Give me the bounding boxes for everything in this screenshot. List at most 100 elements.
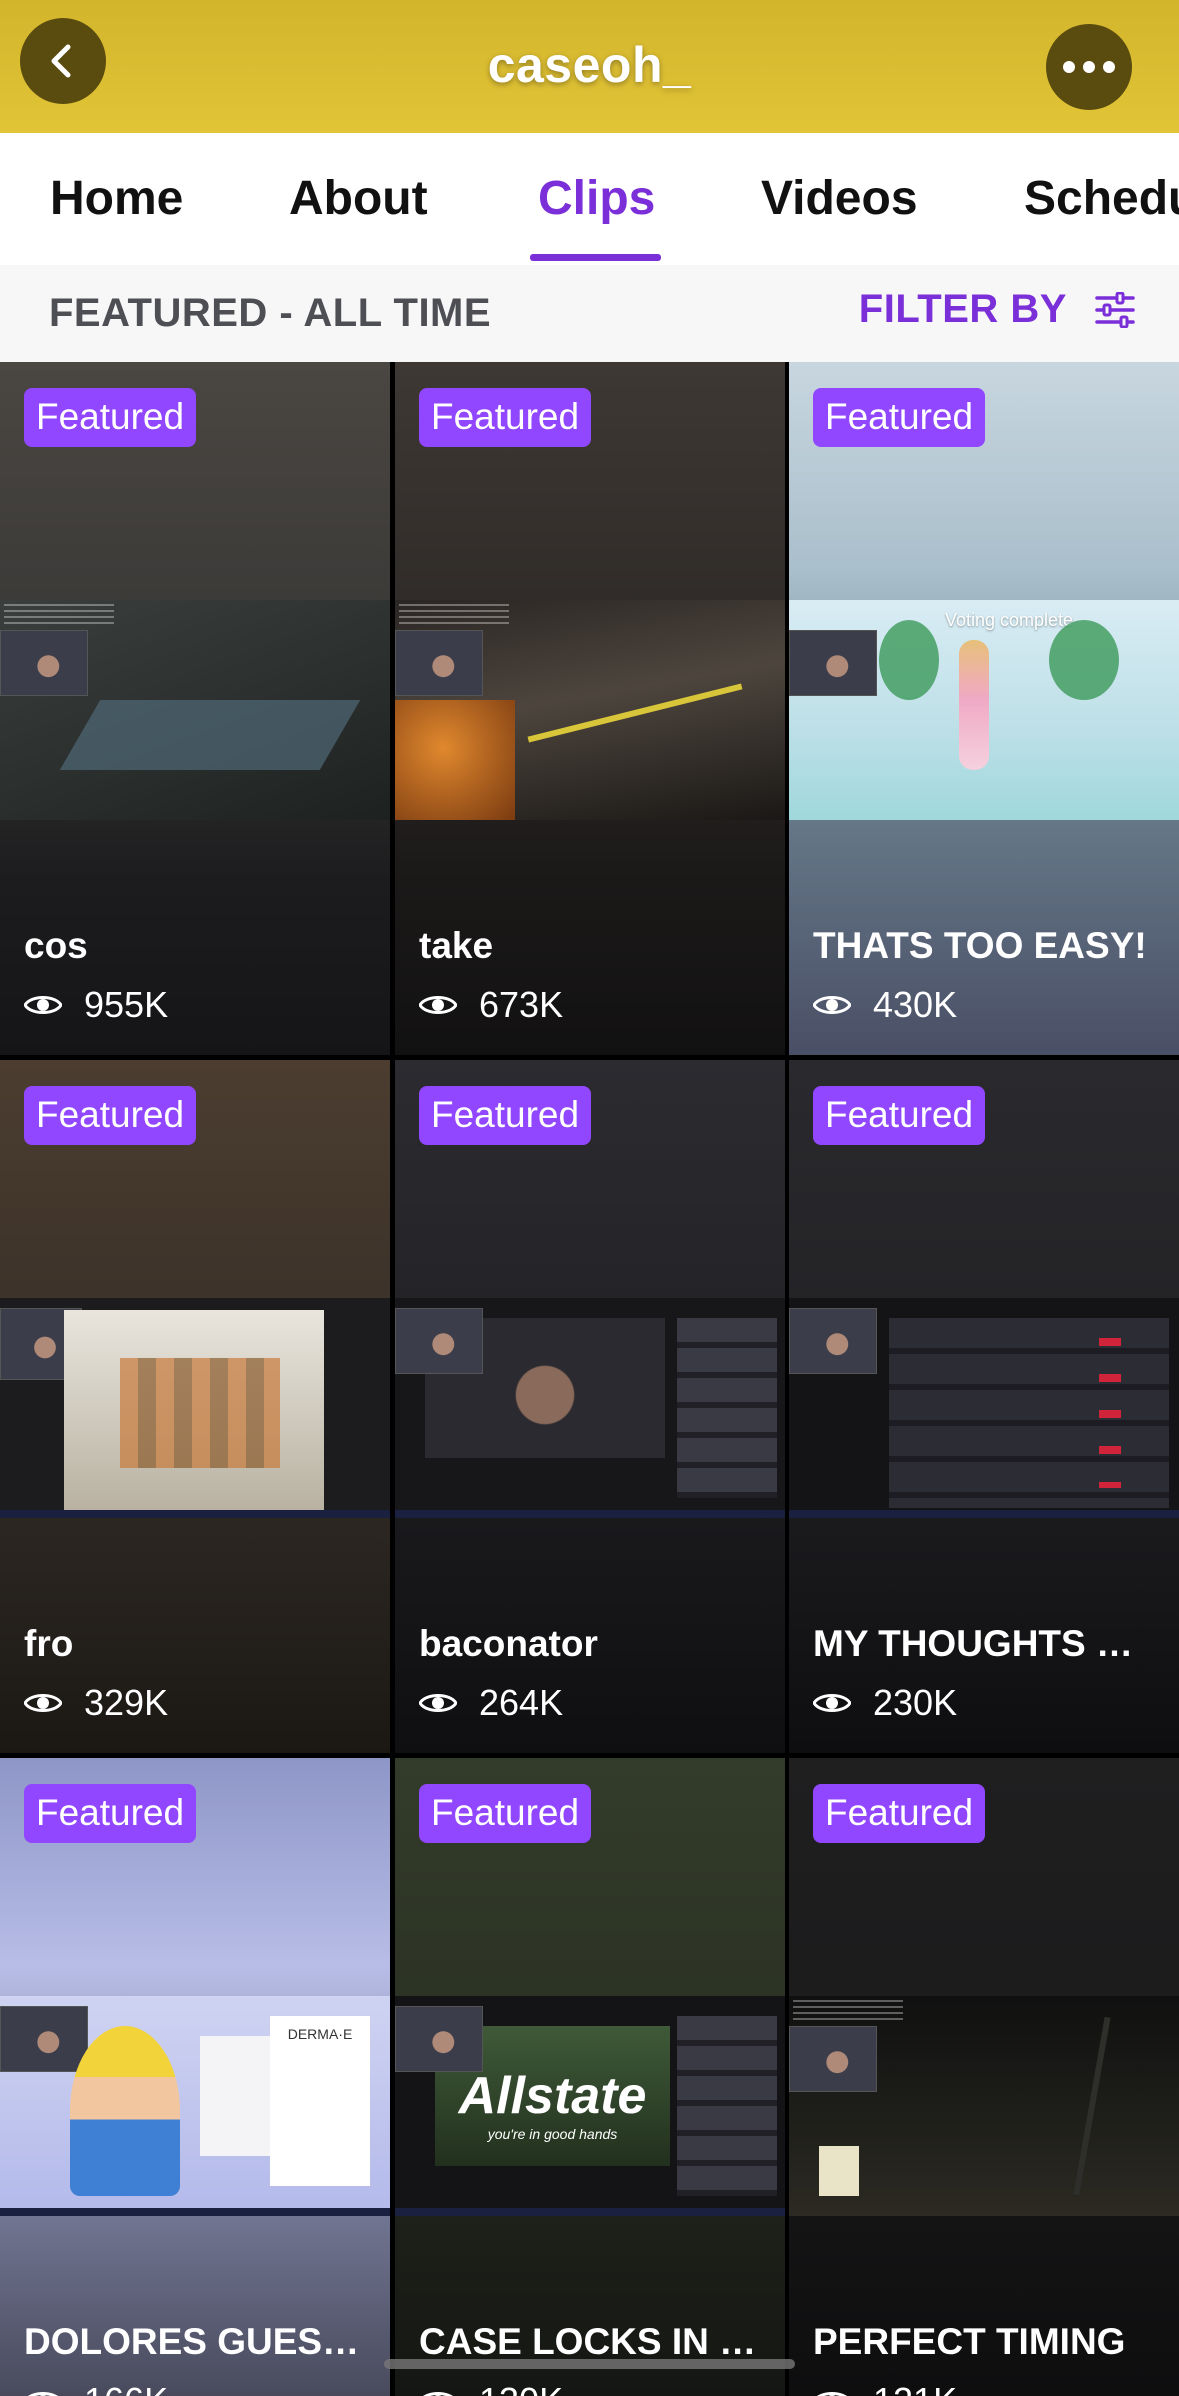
clip-card[interactable]: Featured MY THOUGHTS O... 230K bbox=[789, 1060, 1179, 1753]
featured-badge: Featured bbox=[24, 388, 197, 447]
eye-icon bbox=[419, 2388, 457, 2396]
clip-card[interactable]: DERMA·E Featured DOLORES GUESS... 166K bbox=[0, 1758, 390, 2396]
webcam-overlay bbox=[395, 2006, 483, 2072]
view-count: 166K bbox=[84, 2380, 168, 2396]
view-count: 130K bbox=[479, 2380, 563, 2396]
featured-badge: Featured bbox=[813, 1784, 986, 1843]
tab-clips[interactable]: Clips bbox=[538, 171, 655, 226]
view-count: 230K bbox=[873, 1682, 958, 1723]
taskbar bbox=[0, 1510, 390, 1518]
scene-genie bbox=[70, 2026, 180, 2196]
eye-icon bbox=[24, 2388, 62, 2396]
clip-thumbnail bbox=[395, 600, 785, 820]
webcam-overlay bbox=[395, 630, 483, 696]
overlay-chat bbox=[793, 2000, 903, 2024]
channel-tabs: Home About Clips Videos Schedule bbox=[0, 133, 1179, 265]
featured-badge: Featured bbox=[24, 1086, 197, 1145]
clip-title: PERFECT TIMING bbox=[813, 2321, 1126, 2362]
scene-palm bbox=[879, 620, 939, 700]
channel-clips-screen: caseoh_ Home About Clips Videos Schedule… bbox=[0, 0, 1179, 2396]
clip-title: CASE LOCKS IN O... bbox=[419, 2321, 761, 2362]
taskbar bbox=[395, 1510, 785, 1518]
eye-icon bbox=[419, 992, 457, 1018]
filter-by-button[interactable]: FILTER BY bbox=[859, 287, 1135, 332]
webcam-overlay bbox=[395, 1308, 483, 1374]
clip-title: take bbox=[419, 925, 494, 966]
scene-food bbox=[120, 1358, 280, 1468]
featured-badge: Featured bbox=[24, 1784, 197, 1843]
view-count: 673K bbox=[479, 984, 564, 1025]
ellipsis-icon bbox=[1063, 61, 1115, 73]
view-count: 329K bbox=[84, 1682, 169, 1723]
tab-about[interactable]: About bbox=[289, 171, 428, 226]
channel-header: caseoh_ bbox=[0, 0, 1179, 133]
scene-avatar bbox=[959, 640, 989, 770]
home-indicator[interactable] bbox=[384, 2359, 795, 2369]
clip-thumbnail bbox=[0, 600, 390, 820]
webcam-overlay bbox=[0, 630, 88, 696]
clip-views: 264K bbox=[419, 1682, 563, 1724]
eye-icon bbox=[813, 1690, 851, 1716]
scene-recommended-list bbox=[677, 1318, 777, 1498]
clip-card[interactable]: Voting complete Featured THATS TOO EASY!… bbox=[789, 362, 1179, 1055]
scene-object bbox=[819, 2146, 859, 2196]
eye-icon bbox=[24, 992, 62, 1018]
eye-icon bbox=[419, 1690, 457, 1716]
scene-list bbox=[889, 1318, 1169, 1508]
taskbar bbox=[0, 2208, 390, 2216]
scene-rail bbox=[527, 683, 743, 743]
overlay-chat bbox=[399, 604, 509, 628]
featured-badge: Featured bbox=[419, 1784, 592, 1843]
view-count: 430K bbox=[873, 984, 958, 1025]
clip-card[interactable]: Featured cos 955K bbox=[0, 362, 390, 1055]
channel-name: caseoh_ bbox=[487, 37, 692, 93]
eye-icon bbox=[813, 2388, 851, 2396]
clip-title: THATS TOO EASY! bbox=[813, 925, 1147, 966]
clip-card[interactable]: Featured PERFECT TIMING 121K bbox=[789, 1758, 1179, 2396]
clip-thumbnail bbox=[789, 1996, 1179, 2216]
ad-text: DERMA·E bbox=[287, 2026, 353, 2042]
clip-title: fro bbox=[24, 1623, 74, 1664]
clips-grid: Featured cos 955K Featured take 673K Vot… bbox=[0, 362, 1179, 2396]
clip-title: cos bbox=[24, 925, 88, 966]
featured-badge: Featured bbox=[419, 1086, 592, 1145]
featured-badge: Featured bbox=[813, 1086, 986, 1145]
tab-schedule[interactable]: Schedule bbox=[1024, 171, 1179, 226]
clip-views: 230K bbox=[813, 1682, 957, 1724]
active-tab-indicator bbox=[530, 254, 661, 261]
clip-views: 121K bbox=[813, 2380, 957, 2396]
eye-icon bbox=[813, 992, 851, 1018]
clip-views: 329K bbox=[24, 1682, 168, 1724]
scene-ad: DERMA·E bbox=[270, 2016, 370, 2186]
overlay-chat bbox=[4, 604, 114, 628]
scene-floor bbox=[59, 700, 361, 770]
webcam-overlay bbox=[789, 2026, 877, 2092]
more-options-button[interactable] bbox=[1046, 24, 1132, 110]
clip-card[interactable]: Featured fro 329K bbox=[0, 1060, 390, 1753]
clip-views: 430K bbox=[813, 984, 957, 1026]
featured-badge: Featured bbox=[419, 388, 592, 447]
filter-by-label: FILTER BY bbox=[858, 287, 1067, 331]
allstate-text: Allstate bbox=[458, 2067, 647, 2125]
clip-card[interactable]: Featured take 673K bbox=[395, 362, 785, 1055]
tab-videos[interactable]: Videos bbox=[761, 171, 918, 226]
eye-icon bbox=[24, 1690, 62, 1716]
section-label: FEATURED - ALL TIME bbox=[49, 291, 492, 335]
tab-home[interactable]: Home bbox=[50, 171, 183, 226]
scene-buttons bbox=[1099, 1338, 1121, 1488]
webcam-overlay bbox=[789, 1308, 877, 1374]
scene-palm bbox=[1049, 620, 1119, 700]
webcam-overlay bbox=[0, 2006, 88, 2072]
clip-thumbnail: DERMA·E bbox=[0, 1996, 390, 2216]
view-count: 264K bbox=[479, 1682, 564, 1723]
taskbar bbox=[789, 1510, 1179, 1518]
clip-card[interactable]: Allstate you're in good hands Featured C… bbox=[395, 1758, 785, 2396]
clip-title: DOLORES GUESS... bbox=[24, 2321, 366, 2362]
clip-title: baconator bbox=[419, 1623, 598, 1664]
taskbar bbox=[395, 2208, 785, 2216]
clip-thumbnail bbox=[395, 1298, 785, 1518]
view-count: 955K bbox=[84, 984, 169, 1025]
allstate-subtext: you're in good hands bbox=[487, 2126, 618, 2142]
clip-views: 130K bbox=[419, 2380, 563, 2396]
clip-card[interactable]: Featured baconator 264K bbox=[395, 1060, 785, 1753]
